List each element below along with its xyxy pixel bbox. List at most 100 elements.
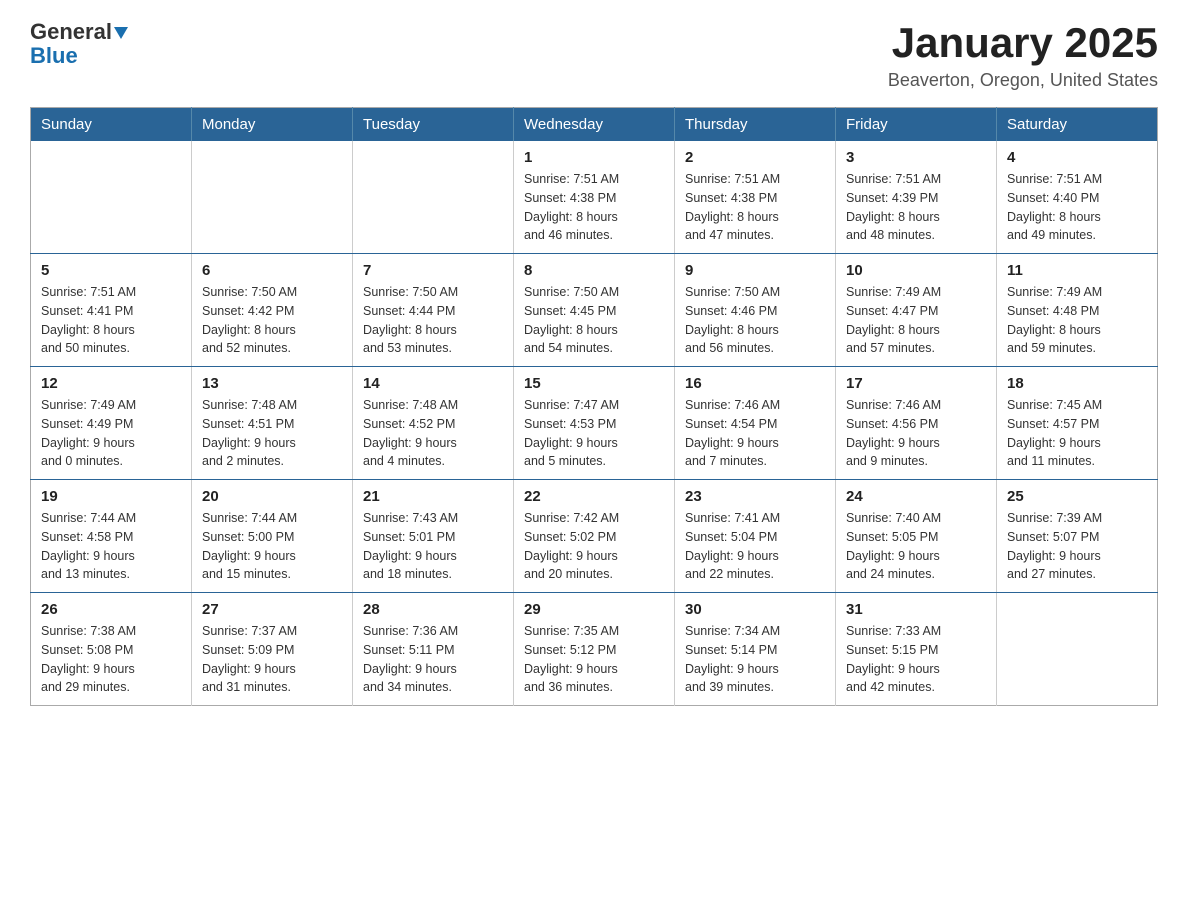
page-header: General Blue January 2025 Beaverton, Ore… [30,20,1158,91]
calendar-week-row: 1 Sunrise: 7:51 AM Sunset: 4:38 PM Daylig… [31,141,1158,254]
calendar-cell: 11Sunrise: 7:49 AM Sunset: 4:48 PM Dayli… [997,254,1158,367]
day-number: 13 [202,375,342,392]
day-info: Sunrise: 7:48 AM Sunset: 4:51 PM Dayligh… [202,396,342,471]
logo: General Blue [30,20,128,68]
calendar-cell: 19 Sunrise: 7:44 AM Sunset: 4:58 PM Dayli… [31,480,192,593]
calendar-cell: 27 Sunrise: 7:37 AM Sunset: 5:09 PM Dayli… [192,593,353,706]
calendar-cell [353,141,514,254]
logo-blue-text: Blue [30,43,78,68]
day-number: 19 [41,488,181,505]
calendar-body: 1 Sunrise: 7:51 AM Sunset: 4:38 PM Daylig… [31,141,1158,706]
day-number: 9 [685,262,825,279]
day-info: Sunrise: 7:33 AM Sunset: 5:15 PM Dayligh… [846,622,986,697]
calendar-cell: 20 Sunrise: 7:44 AM Sunset: 5:00 PM Dayli… [192,480,353,593]
day-number: 30 [685,601,825,618]
day-number: 8 [524,262,664,279]
day-info: Sunrise: 7:47 AM Sunset: 4:53 PM Dayligh… [524,396,664,471]
day-info: Sunrise: 7:51 AM Sunset: 4:40 PM Dayligh… [1007,170,1147,245]
day-info: Sunrise: 7:44 AM Sunset: 4:58 PM Dayligh… [41,509,181,584]
day-info: Sunrise: 7:41 AM Sunset: 5:04 PM Dayligh… [685,509,825,584]
day-number: 16 [685,375,825,392]
day-number: 3 [846,149,986,166]
calendar-dow-thursday: Thursday [675,108,836,142]
day-info: Sunrise: 7:34 AM Sunset: 5:14 PM Dayligh… [685,622,825,697]
day-info: Sunrise: 7:51 AM Sunset: 4:38 PM Dayligh… [685,170,825,245]
day-info: Sunrise: 7:51 AM Sunset: 4:38 PM Dayligh… [524,170,664,245]
logo-general-text: General [30,19,112,44]
day-number: 26 [41,601,181,618]
calendar-cell: 8 Sunrise: 7:50 AM Sunset: 4:45 PM Daylig… [514,254,675,367]
day-info: Sunrise: 7:42 AM Sunset: 5:02 PM Dayligh… [524,509,664,584]
location-text: Beaverton, Oregon, United States [888,70,1158,91]
day-info: Sunrise: 7:36 AM Sunset: 5:11 PM Dayligh… [363,622,503,697]
calendar-cell: 31 Sunrise: 7:33 AM Sunset: 5:15 PM Dayli… [836,593,997,706]
calendar-week-row: 5Sunrise: 7:51 AM Sunset: 4:41 PM Daylig… [31,254,1158,367]
calendar-cell: 16 Sunrise: 7:46 AM Sunset: 4:54 PM Dayli… [675,367,836,480]
calendar-cell: 25 Sunrise: 7:39 AM Sunset: 5:07 PM Dayli… [997,480,1158,593]
calendar-cell: 26 Sunrise: 7:38 AM Sunset: 5:08 PM Dayli… [31,593,192,706]
day-info: Sunrise: 7:35 AM Sunset: 5:12 PM Dayligh… [524,622,664,697]
calendar-cell: 7Sunrise: 7:50 AM Sunset: 4:44 PM Daylig… [353,254,514,367]
calendar-week-row: 12 Sunrise: 7:49 AM Sunset: 4:49 PM Dayli… [31,367,1158,480]
calendar-cell: 29 Sunrise: 7:35 AM Sunset: 5:12 PM Dayli… [514,593,675,706]
calendar-cell: 9 Sunrise: 7:50 AM Sunset: 4:46 PM Daylig… [675,254,836,367]
calendar-cell: 13 Sunrise: 7:48 AM Sunset: 4:51 PM Dayli… [192,367,353,480]
calendar-week-row: 19 Sunrise: 7:44 AM Sunset: 4:58 PM Dayli… [31,480,1158,593]
day-number: 27 [202,601,342,618]
day-number: 11 [1007,262,1147,279]
day-number: 23 [685,488,825,505]
day-number: 20 [202,488,342,505]
calendar-cell: 22Sunrise: 7:42 AM Sunset: 5:02 PM Dayli… [514,480,675,593]
day-info: Sunrise: 7:37 AM Sunset: 5:09 PM Dayligh… [202,622,342,697]
calendar-cell [31,141,192,254]
calendar-cell: 3Sunrise: 7:51 AM Sunset: 4:39 PM Daylig… [836,141,997,254]
day-info: Sunrise: 7:45 AM Sunset: 4:57 PM Dayligh… [1007,396,1147,471]
calendar-dow-monday: Monday [192,108,353,142]
day-info: Sunrise: 7:49 AM Sunset: 4:49 PM Dayligh… [41,396,181,471]
day-number: 10 [846,262,986,279]
day-number: 2 [685,149,825,166]
calendar-dow-friday: Friday [836,108,997,142]
day-number: 15 [524,375,664,392]
day-info: Sunrise: 7:39 AM Sunset: 5:07 PM Dayligh… [1007,509,1147,584]
day-info: Sunrise: 7:48 AM Sunset: 4:52 PM Dayligh… [363,396,503,471]
day-number: 12 [41,375,181,392]
day-info: Sunrise: 7:44 AM Sunset: 5:00 PM Dayligh… [202,509,342,584]
day-number: 6 [202,262,342,279]
day-info: Sunrise: 7:50 AM Sunset: 4:46 PM Dayligh… [685,283,825,358]
day-info: Sunrise: 7:46 AM Sunset: 4:56 PM Dayligh… [846,396,986,471]
day-info: Sunrise: 7:50 AM Sunset: 4:45 PM Dayligh… [524,283,664,358]
calendar-cell: 21Sunrise: 7:43 AM Sunset: 5:01 PM Dayli… [353,480,514,593]
calendar-cell: 28Sunrise: 7:36 AM Sunset: 5:11 PM Dayli… [353,593,514,706]
calendar-cell: 17 Sunrise: 7:46 AM Sunset: 4:56 PM Dayli… [836,367,997,480]
calendar-cell: 18 Sunrise: 7:45 AM Sunset: 4:57 PM Dayli… [997,367,1158,480]
day-number: 18 [1007,375,1147,392]
calendar-week-row: 26 Sunrise: 7:38 AM Sunset: 5:08 PM Dayli… [31,593,1158,706]
calendar-dow-saturday: Saturday [997,108,1158,142]
logo-top-row: General [30,20,128,44]
calendar-dow-sunday: Sunday [31,108,192,142]
day-number: 1 [524,149,664,166]
day-number: 25 [1007,488,1147,505]
calendar-cell [192,141,353,254]
day-info: Sunrise: 7:46 AM Sunset: 4:54 PM Dayligh… [685,396,825,471]
calendar-cell: 12 Sunrise: 7:49 AM Sunset: 4:49 PM Dayli… [31,367,192,480]
day-info: Sunrise: 7:40 AM Sunset: 5:05 PM Dayligh… [846,509,986,584]
day-number: 29 [524,601,664,618]
day-info: Sunrise: 7:50 AM Sunset: 4:44 PM Dayligh… [363,283,503,358]
calendar-cell [997,593,1158,706]
day-info: Sunrise: 7:38 AM Sunset: 5:08 PM Dayligh… [41,622,181,697]
day-number: 31 [846,601,986,618]
day-number: 17 [846,375,986,392]
calendar-table: SundayMondayTuesdayWednesdayThursdayFrid… [30,107,1158,706]
day-number: 24 [846,488,986,505]
day-number: 4 [1007,149,1147,166]
calendar-cell: 5Sunrise: 7:51 AM Sunset: 4:41 PM Daylig… [31,254,192,367]
day-info: Sunrise: 7:43 AM Sunset: 5:01 PM Dayligh… [363,509,503,584]
calendar-cell: 23 Sunrise: 7:41 AM Sunset: 5:04 PM Dayli… [675,480,836,593]
calendar-header: SundayMondayTuesdayWednesdayThursdayFrid… [31,108,1158,142]
logo-triangle-icon [114,27,128,39]
calendar-cell: 6Sunrise: 7:50 AM Sunset: 4:42 PM Daylig… [192,254,353,367]
calendar-cell: 10Sunrise: 7:49 AM Sunset: 4:47 PM Dayli… [836,254,997,367]
calendar-dow-tuesday: Tuesday [353,108,514,142]
